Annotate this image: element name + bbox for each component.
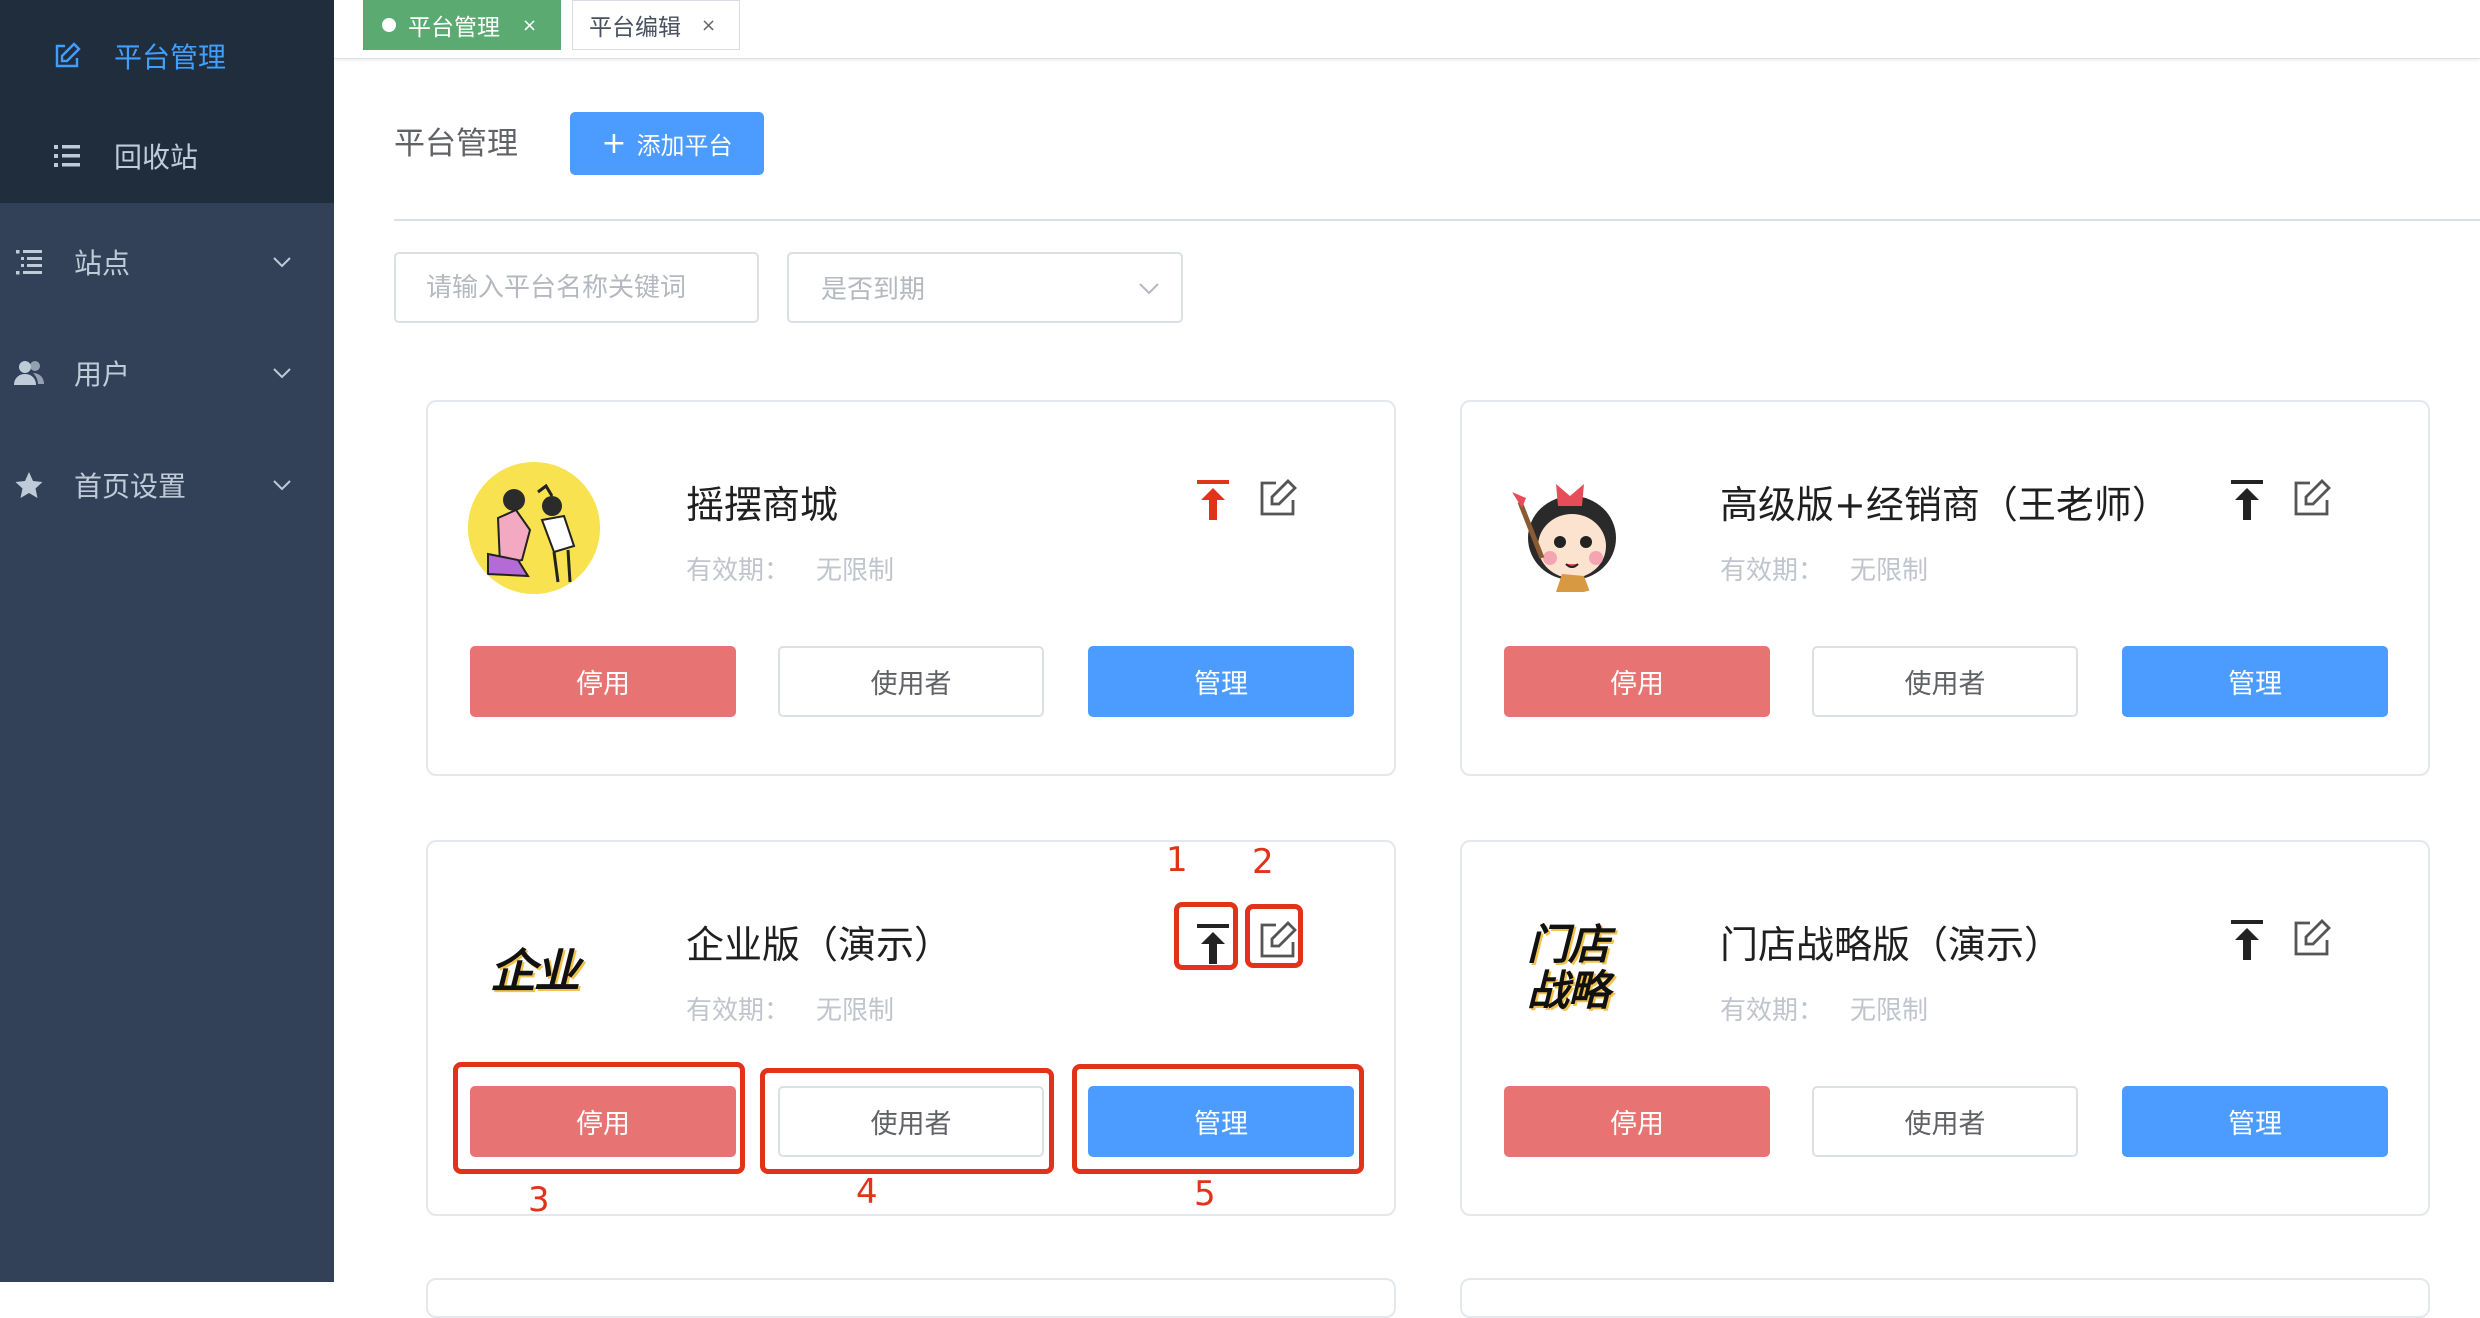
edit-icon[interactable]	[1258, 478, 1298, 518]
sidebar-item-platform-management[interactable]: 平台管理	[0, 20, 334, 92]
tab-platform-edit[interactable]: 平台编辑 ×	[572, 0, 740, 50]
disable-button[interactable]: 停用	[470, 646, 736, 717]
platform-card	[426, 1278, 1396, 1318]
disable-button[interactable]: 停用	[1504, 646, 1770, 717]
validity-value: 无限制	[816, 556, 895, 586]
edit-icon	[50, 39, 84, 73]
user-group-icon	[12, 356, 46, 390]
validity-label: 有效期：	[1720, 996, 1825, 1026]
plus-icon: +	[601, 125, 627, 161]
sidebar-group-label: 首页设置	[74, 470, 187, 503]
users-button[interactable]: 使用者	[1812, 1086, 2078, 1157]
chevron-down-icon	[273, 257, 291, 268]
sidebar: 平台管理 回收站 站点 用户 首页设置	[0, 0, 334, 1282]
platform-logo	[468, 462, 600, 594]
platform-logo: 门店 战略	[1502, 902, 1634, 1034]
validity-value: 无限制	[816, 996, 895, 1026]
manage-button[interactable]: 管理	[2122, 1086, 2388, 1157]
sidebar-group-users[interactable]: 用户	[0, 343, 334, 403]
platform-name: 门店战略版（演示）	[1720, 923, 2063, 967]
list-icon	[50, 139, 84, 173]
edit-icon[interactable]	[2292, 478, 2332, 518]
tab-label: 平台管理	[408, 15, 500, 41]
chevron-down-icon	[273, 368, 291, 379]
star-icon	[12, 468, 46, 502]
add-platform-button[interactable]: + 添加平台	[570, 112, 764, 175]
platform-logo: 企业	[468, 902, 600, 1034]
expiry-select-placeholder: 是否到期	[821, 275, 926, 305]
expiry-select[interactable]: 是否到期	[787, 252, 1183, 323]
manage-button[interactable]: 管理	[2122, 646, 2388, 717]
annotation-box-disable	[453, 1062, 745, 1174]
users-button[interactable]: 使用者	[1812, 646, 2078, 717]
tab-platform-management[interactable]: 平台管理 ×	[363, 0, 561, 50]
platform-name: 高级版+经销商（王老师）	[1720, 483, 2170, 527]
logo-text-line: 战略	[1526, 966, 1610, 1015]
validity-label: 有效期：	[686, 996, 791, 1026]
sidebar-group-label: 用户	[74, 358, 131, 391]
close-icon[interactable]: ×	[522, 15, 537, 36]
platform-logo	[1502, 462, 1634, 594]
sidebar-item-label: 平台管理	[114, 41, 227, 74]
annotation-number: 4	[856, 1172, 878, 1212]
annotation-box-pin	[1174, 902, 1238, 970]
chevron-down-icon	[273, 480, 291, 491]
logo-text: 门店 战略	[1502, 902, 1634, 1034]
platform-validity: 有效期： 无限制	[1720, 550, 1928, 587]
manage-button[interactable]: 管理	[1088, 646, 1354, 717]
tab-label: 平台编辑	[589, 15, 681, 41]
platform-name: 摇摆商城	[686, 483, 839, 527]
platform-card: 门店 战略 门店战略版（演示） 有效期： 无限制 停用 使用者 管理	[1460, 840, 2430, 1216]
platform-validity: 有效期： 无限制	[686, 990, 894, 1027]
page-title: 平台管理	[394, 126, 518, 162]
add-platform-label: 添加平台	[636, 132, 733, 160]
divider	[394, 219, 2480, 221]
logo-text: 企业	[490, 944, 580, 998]
sidebar-item-recycle-bin[interactable]: 回收站	[0, 120, 334, 192]
validity-value: 无限制	[1850, 996, 1929, 1026]
validity-label: 有效期：	[686, 556, 791, 586]
annotation-box-users	[760, 1068, 1054, 1174]
annotation-number: 5	[1194, 1174, 1216, 1214]
platform-validity: 有效期： 无限制	[686, 550, 894, 587]
sidebar-group-sites[interactable]: 站点	[0, 232, 334, 292]
annotation-box-manage	[1072, 1064, 1364, 1174]
platform-validity: 有效期： 无限制	[1720, 990, 1928, 1027]
active-dot-icon	[382, 18, 396, 32]
chevron-down-icon	[1139, 283, 1159, 295]
platform-search-input[interactable]	[394, 252, 759, 323]
validity-label: 有效期：	[1720, 556, 1825, 586]
sidebar-group-home-settings[interactable]: 首页设置	[0, 455, 334, 515]
platform-name: 企业版（演示）	[686, 923, 953, 967]
annotation-number: 3	[528, 1180, 550, 1220]
disable-button[interactable]: 停用	[1504, 1086, 1770, 1157]
close-icon[interactable]: ×	[701, 15, 716, 36]
users-button[interactable]: 使用者	[778, 646, 1044, 717]
sidebar-group-label: 站点	[74, 247, 131, 280]
annotation-number: 1	[1166, 840, 1188, 880]
platform-card: 摇摆商城 有效期： 无限制 停用 使用者 管理	[426, 400, 1396, 776]
pin-to-top-icon[interactable]	[1193, 478, 1233, 522]
pin-to-top-icon[interactable]	[2227, 478, 2267, 522]
annotation-box-edit	[1245, 904, 1303, 968]
sidebar-item-label: 回收站	[114, 141, 199, 174]
pin-to-top-icon[interactable]	[2227, 918, 2267, 962]
validity-value: 无限制	[1850, 556, 1929, 586]
indent-list-icon	[12, 245, 46, 279]
platform-card	[1460, 1278, 2430, 1318]
platform-card: 高级版+经销商（王老师） 有效期： 无限制 停用 使用者 管理	[1460, 400, 2430, 776]
logo-text-line: 门店	[1526, 920, 1610, 969]
edit-icon[interactable]	[2292, 918, 2332, 958]
annotation-number: 2	[1252, 842, 1274, 882]
